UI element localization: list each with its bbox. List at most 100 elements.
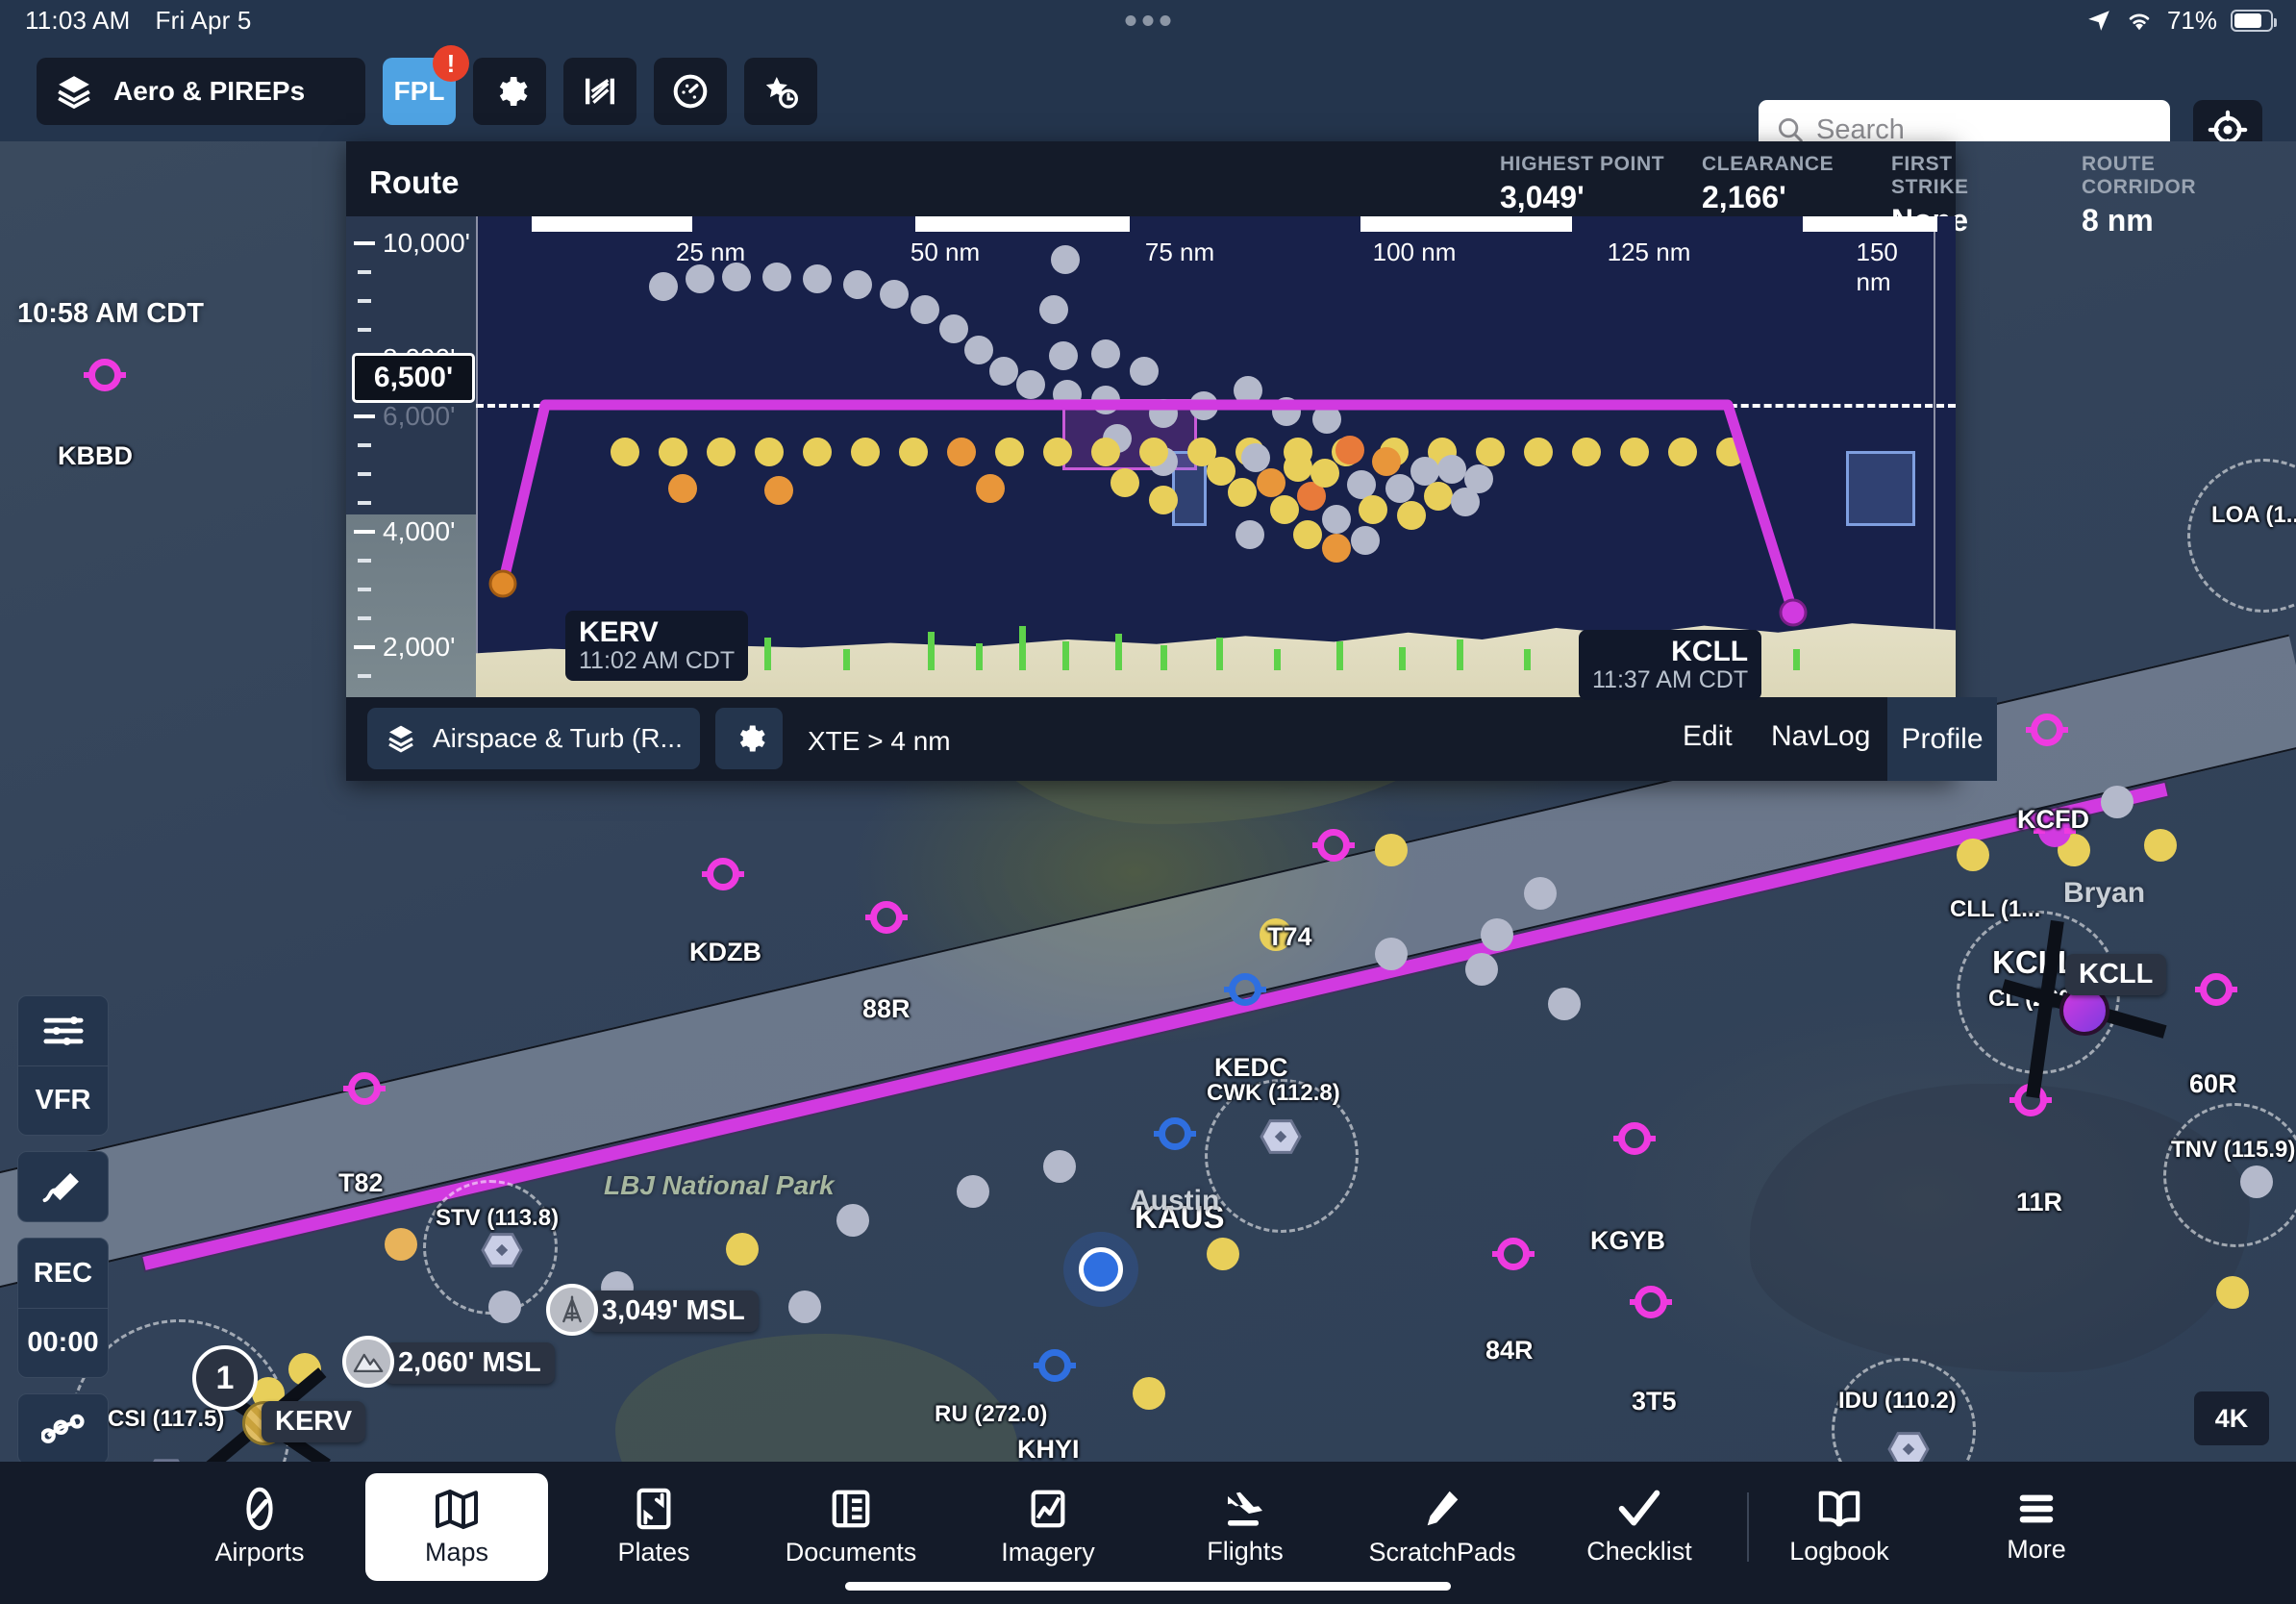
draw-group bbox=[17, 1151, 109, 1222]
profile-navlog-button[interactable]: NavLog bbox=[1771, 720, 1870, 753]
airport-marker-kdzb[interactable] bbox=[702, 858, 744, 890]
map-city-bryan: Bryan bbox=[2063, 877, 2146, 909]
xte-label: XTE > 4 nm bbox=[808, 726, 951, 756]
instruments-button[interactable] bbox=[654, 58, 727, 125]
y-tick-4000: 4,000' bbox=[383, 516, 456, 546]
tab-label-checklist: Checklist bbox=[1586, 1537, 1692, 1566]
airport-marker-3t5[interactable] bbox=[1630, 1286, 1672, 1318]
flight-rules-toggle[interactable]: VFR bbox=[18, 1065, 108, 1135]
wifi-icon bbox=[2125, 9, 2154, 32]
profile-edit-button[interactable]: Edit bbox=[1683, 720, 1733, 753]
profile-tab-button[interactable]: Profile bbox=[1887, 697, 1997, 781]
airport-marker-60r[interactable] bbox=[2195, 973, 2237, 1006]
profile-destination-code: KCLL bbox=[1671, 636, 1749, 667]
stat-clearance-value: 2,166' bbox=[1702, 180, 1786, 214]
profile-airspace-label: Airspace & Turb (R... bbox=[433, 723, 683, 753]
stat-route-corridor-value: 8 nm bbox=[2082, 203, 2154, 238]
tab-more[interactable]: More bbox=[1945, 1473, 2128, 1581]
hamburger-icon bbox=[2014, 1490, 2059, 1528]
stat-route-corridor: ROUTE CORRIDOR 8 nm bbox=[2082, 153, 2196, 238]
weather-dot bbox=[1524, 877, 1557, 910]
airport-marker-t74[interactable] bbox=[1312, 829, 1355, 862]
y-tick-10000: 10,000' bbox=[383, 228, 470, 258]
weather-dot bbox=[957, 1175, 989, 1208]
route-nodes-icon bbox=[40, 1413, 86, 1445]
route-waypoint-1[interactable]: 1 bbox=[192, 1345, 258, 1411]
status-bar-dots bbox=[1125, 14, 1171, 26]
airport-marker-kbbd[interactable] bbox=[84, 359, 126, 391]
status-time: 11:03 AM bbox=[25, 5, 131, 35]
tower-obstacle-icon bbox=[546, 1284, 598, 1336]
weather-dot bbox=[385, 1228, 417, 1261]
map-label-11r: 11R bbox=[2016, 1188, 2063, 1216]
top-toolbar: Aero & PIREPs FPL ! Search bbox=[0, 40, 2296, 160]
map-layers-button[interactable]: Aero & PIREPs bbox=[37, 58, 365, 125]
airport-marker-t82[interactable] bbox=[343, 1072, 386, 1105]
map-settings-button[interactable] bbox=[18, 996, 108, 1065]
draw-button[interactable] bbox=[18, 1152, 108, 1221]
settings-button[interactable] bbox=[473, 58, 546, 125]
route-profile-panel: Route HIGHEST POINT 3,049' CLEARANCE 2,1… bbox=[346, 141, 2196, 781]
profile-airspace-layer-button[interactable]: Airspace & Turb (R... bbox=[367, 708, 700, 769]
y-tick-6000: 6,000' bbox=[383, 401, 456, 431]
airport-marker-84r[interactable] bbox=[1492, 1238, 1535, 1270]
airport-marker-kcfd[interactable] bbox=[2026, 714, 2068, 746]
tab-flights[interactable]: Flights bbox=[1154, 1473, 1336, 1581]
battery-icon bbox=[2231, 9, 2277, 32]
profile-destination-label: KCLL 11:37 AM CDT bbox=[1579, 630, 1762, 700]
airport-marker-kedc[interactable] bbox=[1224, 973, 1266, 1006]
tab-plates[interactable]: Plates bbox=[562, 1473, 745, 1581]
favorites-button[interactable] bbox=[744, 58, 817, 125]
tab-label-imagery: Imagery bbox=[1001, 1538, 1095, 1566]
weather-dot bbox=[836, 1204, 869, 1237]
weather-dot bbox=[2144, 829, 2177, 862]
tab-checklist[interactable]: Checklist bbox=[1548, 1473, 1731, 1581]
vor-compass-rose bbox=[2163, 1103, 2296, 1247]
search-icon bbox=[1776, 115, 1805, 144]
weather-dot bbox=[1481, 918, 1513, 951]
map-label-t74: T74 bbox=[1267, 922, 1312, 951]
profile-chart[interactable]: 10,000' 8,000' 6,000' 4,000' 2,000' 6,50… bbox=[346, 216, 1956, 700]
tab-logbook[interactable]: Logbook bbox=[1748, 1473, 1931, 1581]
stat-highest-point: HIGHEST POINT 3,049' bbox=[1500, 153, 1664, 215]
map-city-austin: Austin bbox=[1130, 1185, 1220, 1216]
imagery-graph-icon bbox=[1028, 1487, 1068, 1531]
open-book-icon bbox=[1817, 1488, 1861, 1530]
airport-marker-kaus[interactable] bbox=[1154, 1117, 1196, 1150]
bottom-tab-bar: Airports Maps Plates Documents Imagery F… bbox=[0, 1462, 2296, 1604]
charts-button[interactable] bbox=[563, 58, 636, 125]
map-navaid-tnv: TNV (115.9) bbox=[2171, 1137, 2296, 1163]
airport-marker-88r[interactable] bbox=[865, 901, 908, 934]
profile-origin-code: KERV bbox=[579, 616, 659, 648]
tab-imagery[interactable]: Imagery bbox=[957, 1473, 1139, 1581]
route-edit-button[interactable] bbox=[18, 1394, 108, 1462]
map-navaid-idu: IDU (110.2) bbox=[1838, 1388, 1957, 1414]
map-left-toolbar: VFR REC 00:00 + − bbox=[17, 995, 109, 1462]
tab-label-logbook: Logbook bbox=[1789, 1537, 1889, 1566]
highest-obstacle-label: 3,049' MSL bbox=[602, 1295, 745, 1326]
weather-dot bbox=[1133, 1377, 1165, 1410]
tab-documents[interactable]: Documents bbox=[760, 1473, 942, 1581]
weather-dot bbox=[1375, 834, 1408, 866]
record-group: REC 00:00 bbox=[17, 1238, 109, 1378]
record-button[interactable]: REC bbox=[18, 1239, 108, 1308]
airport-marker-khyi[interactable] bbox=[1034, 1349, 1076, 1382]
tab-maps[interactable]: Maps bbox=[365, 1473, 548, 1581]
profile-settings-button[interactable] bbox=[715, 708, 783, 769]
weather-dot bbox=[2216, 1276, 2249, 1309]
map-navaid-ru: RU (272.0) bbox=[935, 1401, 1048, 1427]
airport-beacon-icon bbox=[237, 1487, 282, 1531]
fpl-label: FPL bbox=[393, 76, 445, 106]
weather-dot bbox=[788, 1291, 821, 1323]
stat-highest-point-key: HIGHEST POINT bbox=[1500, 153, 1665, 175]
profile-header: Route HIGHEST POINT 3,049' CLEARANCE 2,1… bbox=[346, 141, 2196, 238]
tab-scratchpads[interactable]: ScratchPads bbox=[1351, 1473, 1534, 1581]
flight-plan-button[interactable]: FPL ! bbox=[383, 45, 469, 125]
stat-clearance: CLEARANCE 2,166' bbox=[1702, 153, 1834, 215]
tab-label-documents: Documents bbox=[785, 1538, 917, 1566]
terrain-peak-icon bbox=[342, 1336, 394, 1388]
tab-airports[interactable]: Airports bbox=[168, 1473, 351, 1581]
airport-marker-kgyb[interactable] bbox=[1613, 1122, 1656, 1155]
map-label-khyi: KHYI bbox=[1017, 1435, 1080, 1462]
vor-hexagon-icon bbox=[1887, 1430, 1930, 1462]
